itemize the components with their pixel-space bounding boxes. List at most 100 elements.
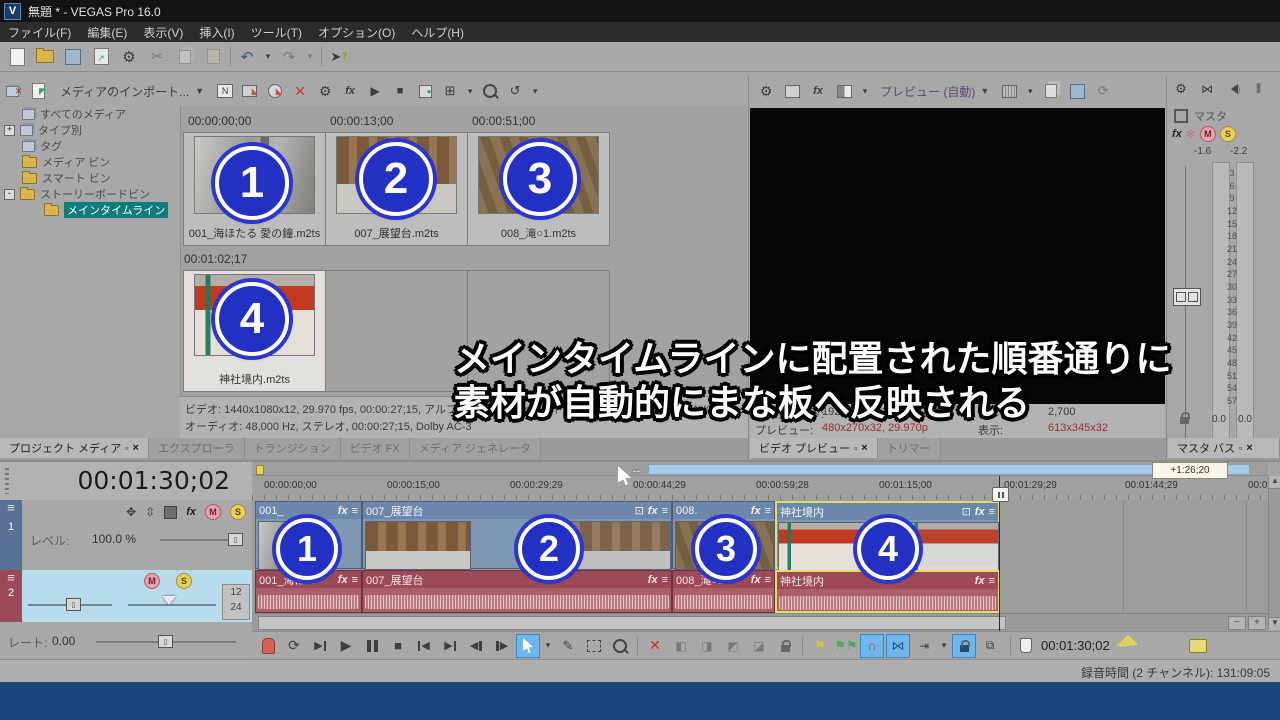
tab-explorer[interactable]: エクスプローラ (149, 438, 245, 458)
tree-item-all-media[interactable]: すべてのメディア (0, 106, 180, 122)
event-crop-icon[interactable]: ⊡ (635, 504, 644, 517)
mix-to-preview-icon[interactable] (1186, 634, 1210, 658)
preview-settings-gear-icon[interactable]: ⚙ (756, 81, 776, 101)
collapse-minus-icon[interactable]: - (4, 189, 15, 200)
track-solo-icon[interactable]: S (176, 573, 192, 589)
trim-end-icon[interactable]: ◨ (695, 634, 719, 658)
menu-view[interactable]: 表示(V) (135, 24, 191, 41)
event-menu-icon[interactable]: ≡ (352, 505, 358, 517)
views-icon[interactable]: ⊞ (440, 81, 460, 101)
menu-tools[interactable]: ツール(T) (243, 24, 310, 41)
snap-magnet-icon[interactable]: ∩ (860, 634, 884, 658)
save-snapshot-icon[interactable] (1067, 81, 1087, 101)
remove-media-icon[interactable]: ✕ (290, 81, 310, 101)
stop-icon[interactable]: ■ (386, 634, 410, 658)
cut-icon[interactable]: ✂ (146, 46, 168, 68)
event-fx-icon[interactable]: fx (751, 505, 761, 517)
zoom-out-button[interactable]: − (1228, 616, 1246, 630)
master-fx-icon[interactable]: fx (1172, 128, 1182, 140)
timeline-v-scrollbar[interactable]: ▲ ▼ (1268, 476, 1280, 630)
downmix-icon[interactable]: ⋈ (1198, 80, 1216, 98)
import-file-icon[interactable]: ◤ (29, 81, 49, 101)
selection-tool-icon[interactable] (582, 634, 606, 658)
event-fx-icon[interactable]: fx (648, 574, 658, 586)
tab-video-preview[interactable]: ビデオ プレビュー ▫ × (750, 438, 878, 458)
split-screen-dropdown-icon[interactable]: ▾ (860, 81, 870, 101)
close-tab-icon[interactable]: × (133, 442, 139, 454)
tab-trimmer[interactable]: トリマー (878, 438, 941, 458)
copy-icon[interactable] (174, 46, 196, 68)
audio-track-header[interactable]: ≡ 2 M S 12 24 ▯ (0, 570, 252, 623)
event-menu-icon[interactable]: ≡ (765, 505, 771, 517)
fade-out-icon[interactable]: ◪ (747, 634, 771, 658)
track-drag-handle-icon[interactable]: ≡ (0, 500, 22, 515)
project-properties-icon[interactable] (782, 81, 802, 101)
properties-gear-icon[interactable]: ⚙ (118, 46, 140, 68)
import-media-button[interactable]: メディアのインポート...▼ (54, 81, 210, 101)
trim-start-icon[interactable]: ◧ (669, 634, 693, 658)
fade-in-icon[interactable]: ◩ (721, 634, 745, 658)
tree-item-smart-bin[interactable]: スマート ビン (0, 170, 180, 186)
track-mute-icon[interactable]: M (144, 573, 160, 589)
master-window-icon[interactable] (1174, 109, 1188, 123)
tree-item-main-timeline[interactable]: メインタイムライン (0, 202, 180, 218)
master-solo-icon[interactable]: S (1220, 126, 1236, 142)
ignore-grouping-icon[interactable]: ⧉ (978, 634, 1002, 658)
auto-ripple-icon[interactable]: ⇥ (912, 634, 936, 658)
event-menu-icon[interactable]: ≡ (662, 505, 668, 517)
copy-snapshot-icon[interactable] (1041, 81, 1061, 101)
play-icon[interactable]: ▶ (334, 634, 358, 658)
track-drag-handle-icon[interactable]: ≡ (0, 570, 22, 585)
go-to-end-icon[interactable]: ▶ (438, 634, 462, 658)
normal-edit-tool-icon[interactable] (516, 634, 540, 658)
refresh-icon[interactable]: ↺ (505, 81, 525, 101)
close-tab-icon[interactable]: × (861, 442, 867, 454)
volume-slider-handle[interactable]: ▯ (66, 598, 81, 611)
tree-item-storyboard-bin[interactable]: - ストーリーボードビン (0, 186, 180, 202)
track-height-icon[interactable]: ⇳ (145, 505, 155, 519)
media-fx-icon[interactable]: fx (340, 81, 360, 101)
track-fx-icon[interactable]: fx (186, 506, 196, 518)
dim-output-speaker-icon[interactable]: ) (1224, 80, 1242, 98)
undo-dropdown-icon[interactable]: ▾ (263, 46, 273, 68)
event-menu-icon[interactable]: ≡ (765, 574, 771, 586)
timeline-h-scrollbar[interactable]: − + (252, 613, 1268, 631)
tab-media-generators[interactable]: メディア ジェネレータ (410, 438, 541, 458)
views-dropdown-icon[interactable]: ▾ (465, 81, 475, 101)
menu-help[interactable]: ヘルプ(H) (403, 24, 472, 41)
menu-file[interactable]: ファイル(F) (0, 24, 79, 41)
compositing-mode-icon[interactable] (164, 506, 177, 519)
tab-transitions[interactable]: トランジション (245, 438, 341, 458)
delete-icon[interactable]: ✕ (643, 634, 667, 658)
mixer-faders-icon[interactable]: ⫼ (1250, 80, 1268, 98)
track-mute-icon[interactable]: M (205, 504, 221, 520)
overlays-dropdown-icon[interactable]: ▾ (1025, 81, 1035, 101)
event-fx-icon[interactable]: fx (338, 505, 348, 517)
loop-playback-icon[interactable]: ⟳ (1093, 81, 1113, 101)
menu-options[interactable]: オプション(O) (310, 24, 403, 41)
cursor-position-marker-icon[interactable] (1019, 634, 1033, 658)
mixer-settings-gear-icon[interactable]: ⚙ (1172, 80, 1190, 98)
paste-icon[interactable] (202, 46, 224, 68)
interactive-tutorials-icon[interactable]: ➤? (328, 46, 350, 68)
zoom-in-button[interactable]: + (1248, 616, 1266, 630)
video-clip-2[interactable]: 007_展望台⊡fx≡ (362, 501, 672, 569)
tab-project-media[interactable]: プロジェクト メディア ▫ × (0, 438, 149, 458)
transport-timecode[interactable]: 00:01:30;02 (1041, 638, 1110, 653)
photo-import-icon[interactable]: N (215, 81, 235, 101)
tab-video-fx[interactable]: ビデオ FX (341, 438, 410, 458)
event-menu-icon[interactable]: ≡ (989, 506, 995, 518)
h-scroll-thumb[interactable] (258, 616, 1006, 630)
edit-tool-dropdown-icon[interactable]: ▾ (542, 634, 554, 658)
auto-crossfade-icon[interactable]: ⋈ (886, 634, 910, 658)
preview-quality-button[interactable]: プレビュー (自動)▼ (876, 83, 993, 100)
search-media-icon[interactable] (480, 81, 500, 101)
insert-region-icon[interactable]: ⚑⚑ (834, 634, 858, 658)
zoom-tool-icon[interactable] (608, 634, 632, 658)
event-fx-icon[interactable]: fx (648, 505, 658, 517)
audio-clip-2[interactable]: 007_展望台fx≡ (362, 570, 672, 613)
v-scroll-up-arrow[interactable]: ▲ (1269, 476, 1280, 489)
level-slider[interactable] (160, 539, 238, 541)
insert-marker-icon[interactable]: ⚑ (808, 634, 832, 658)
split-screen-icon[interactable] (834, 81, 854, 101)
